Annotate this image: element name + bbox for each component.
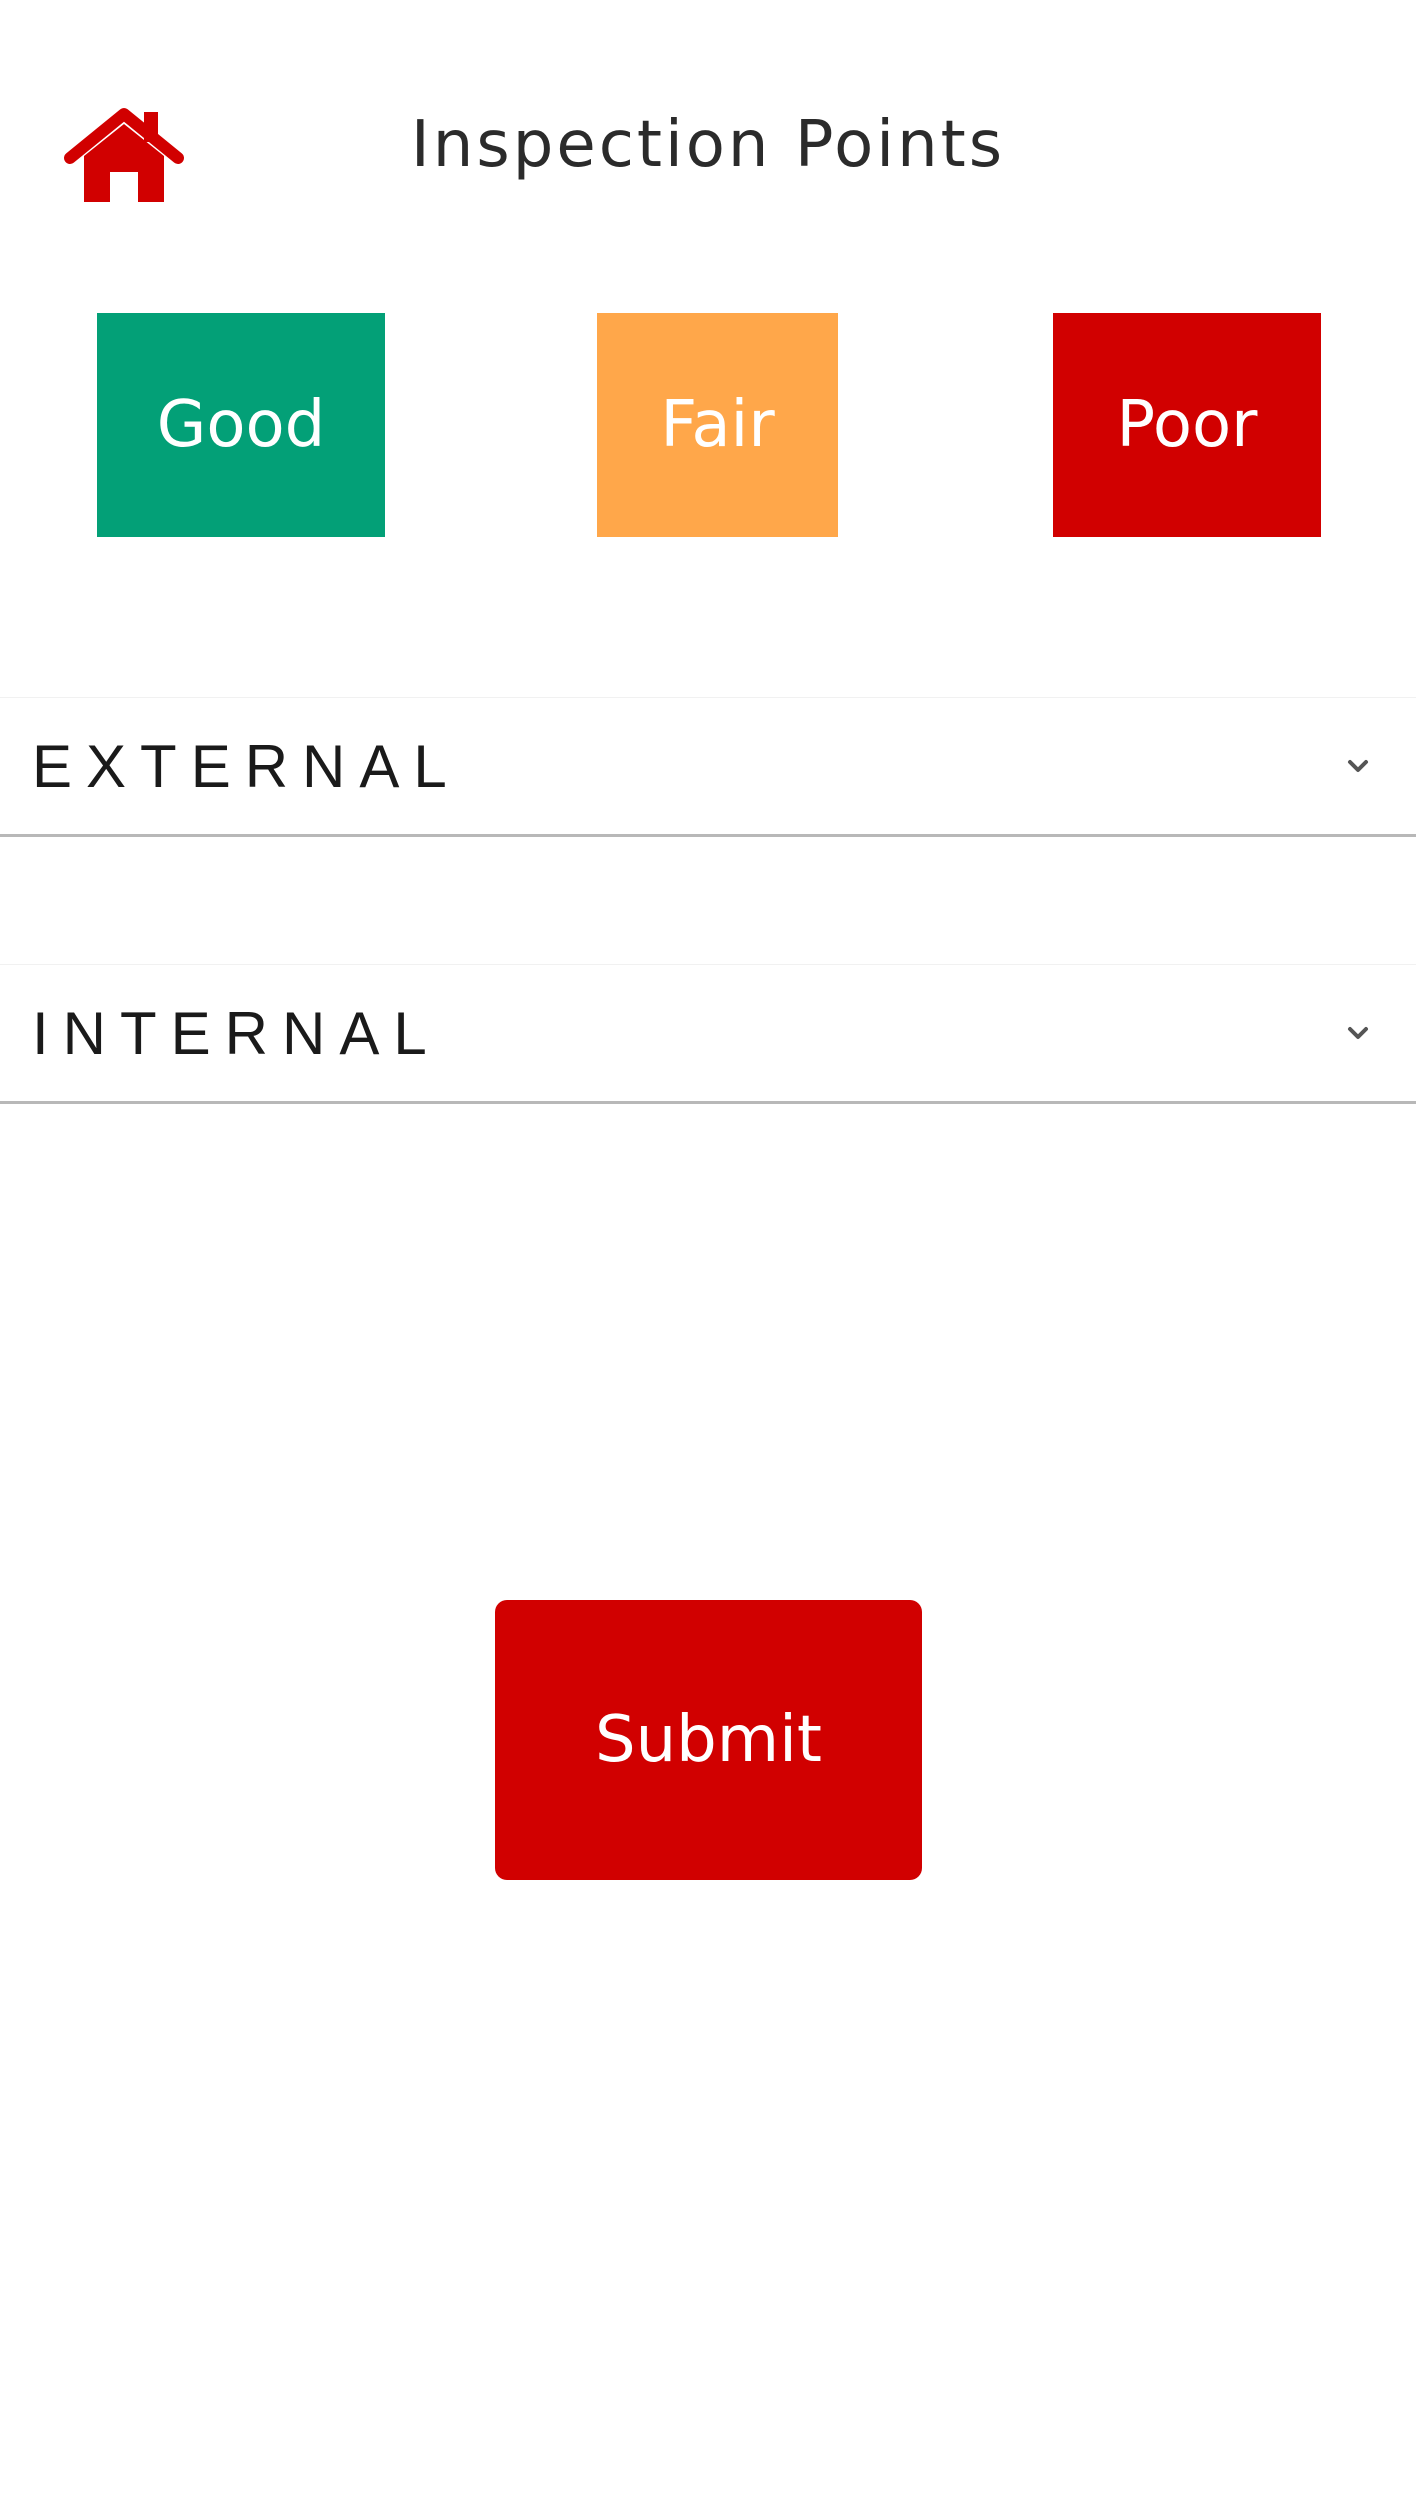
chevron-down-icon (1340, 1015, 1376, 1051)
rating-poor-button[interactable]: Poor (1053, 313, 1321, 537)
section-label: INTERNAL (32, 1000, 441, 1067)
section-internal-header[interactable]: INTERNAL (0, 964, 1416, 1104)
rating-fair-button[interactable]: Fair (597, 313, 838, 537)
home-icon (62, 106, 186, 206)
section-external-header[interactable]: EXTERNAL (0, 697, 1416, 837)
page-title: Inspection Points (410, 108, 1006, 182)
submit-button[interactable]: Submit (495, 1600, 922, 1880)
chevron-down-icon (1340, 748, 1376, 784)
home-button[interactable] (62, 106, 186, 206)
rating-good-button[interactable]: Good (97, 313, 385, 537)
section-label: EXTERNAL (32, 733, 461, 800)
app-header: Inspection Points (0, 0, 1416, 280)
